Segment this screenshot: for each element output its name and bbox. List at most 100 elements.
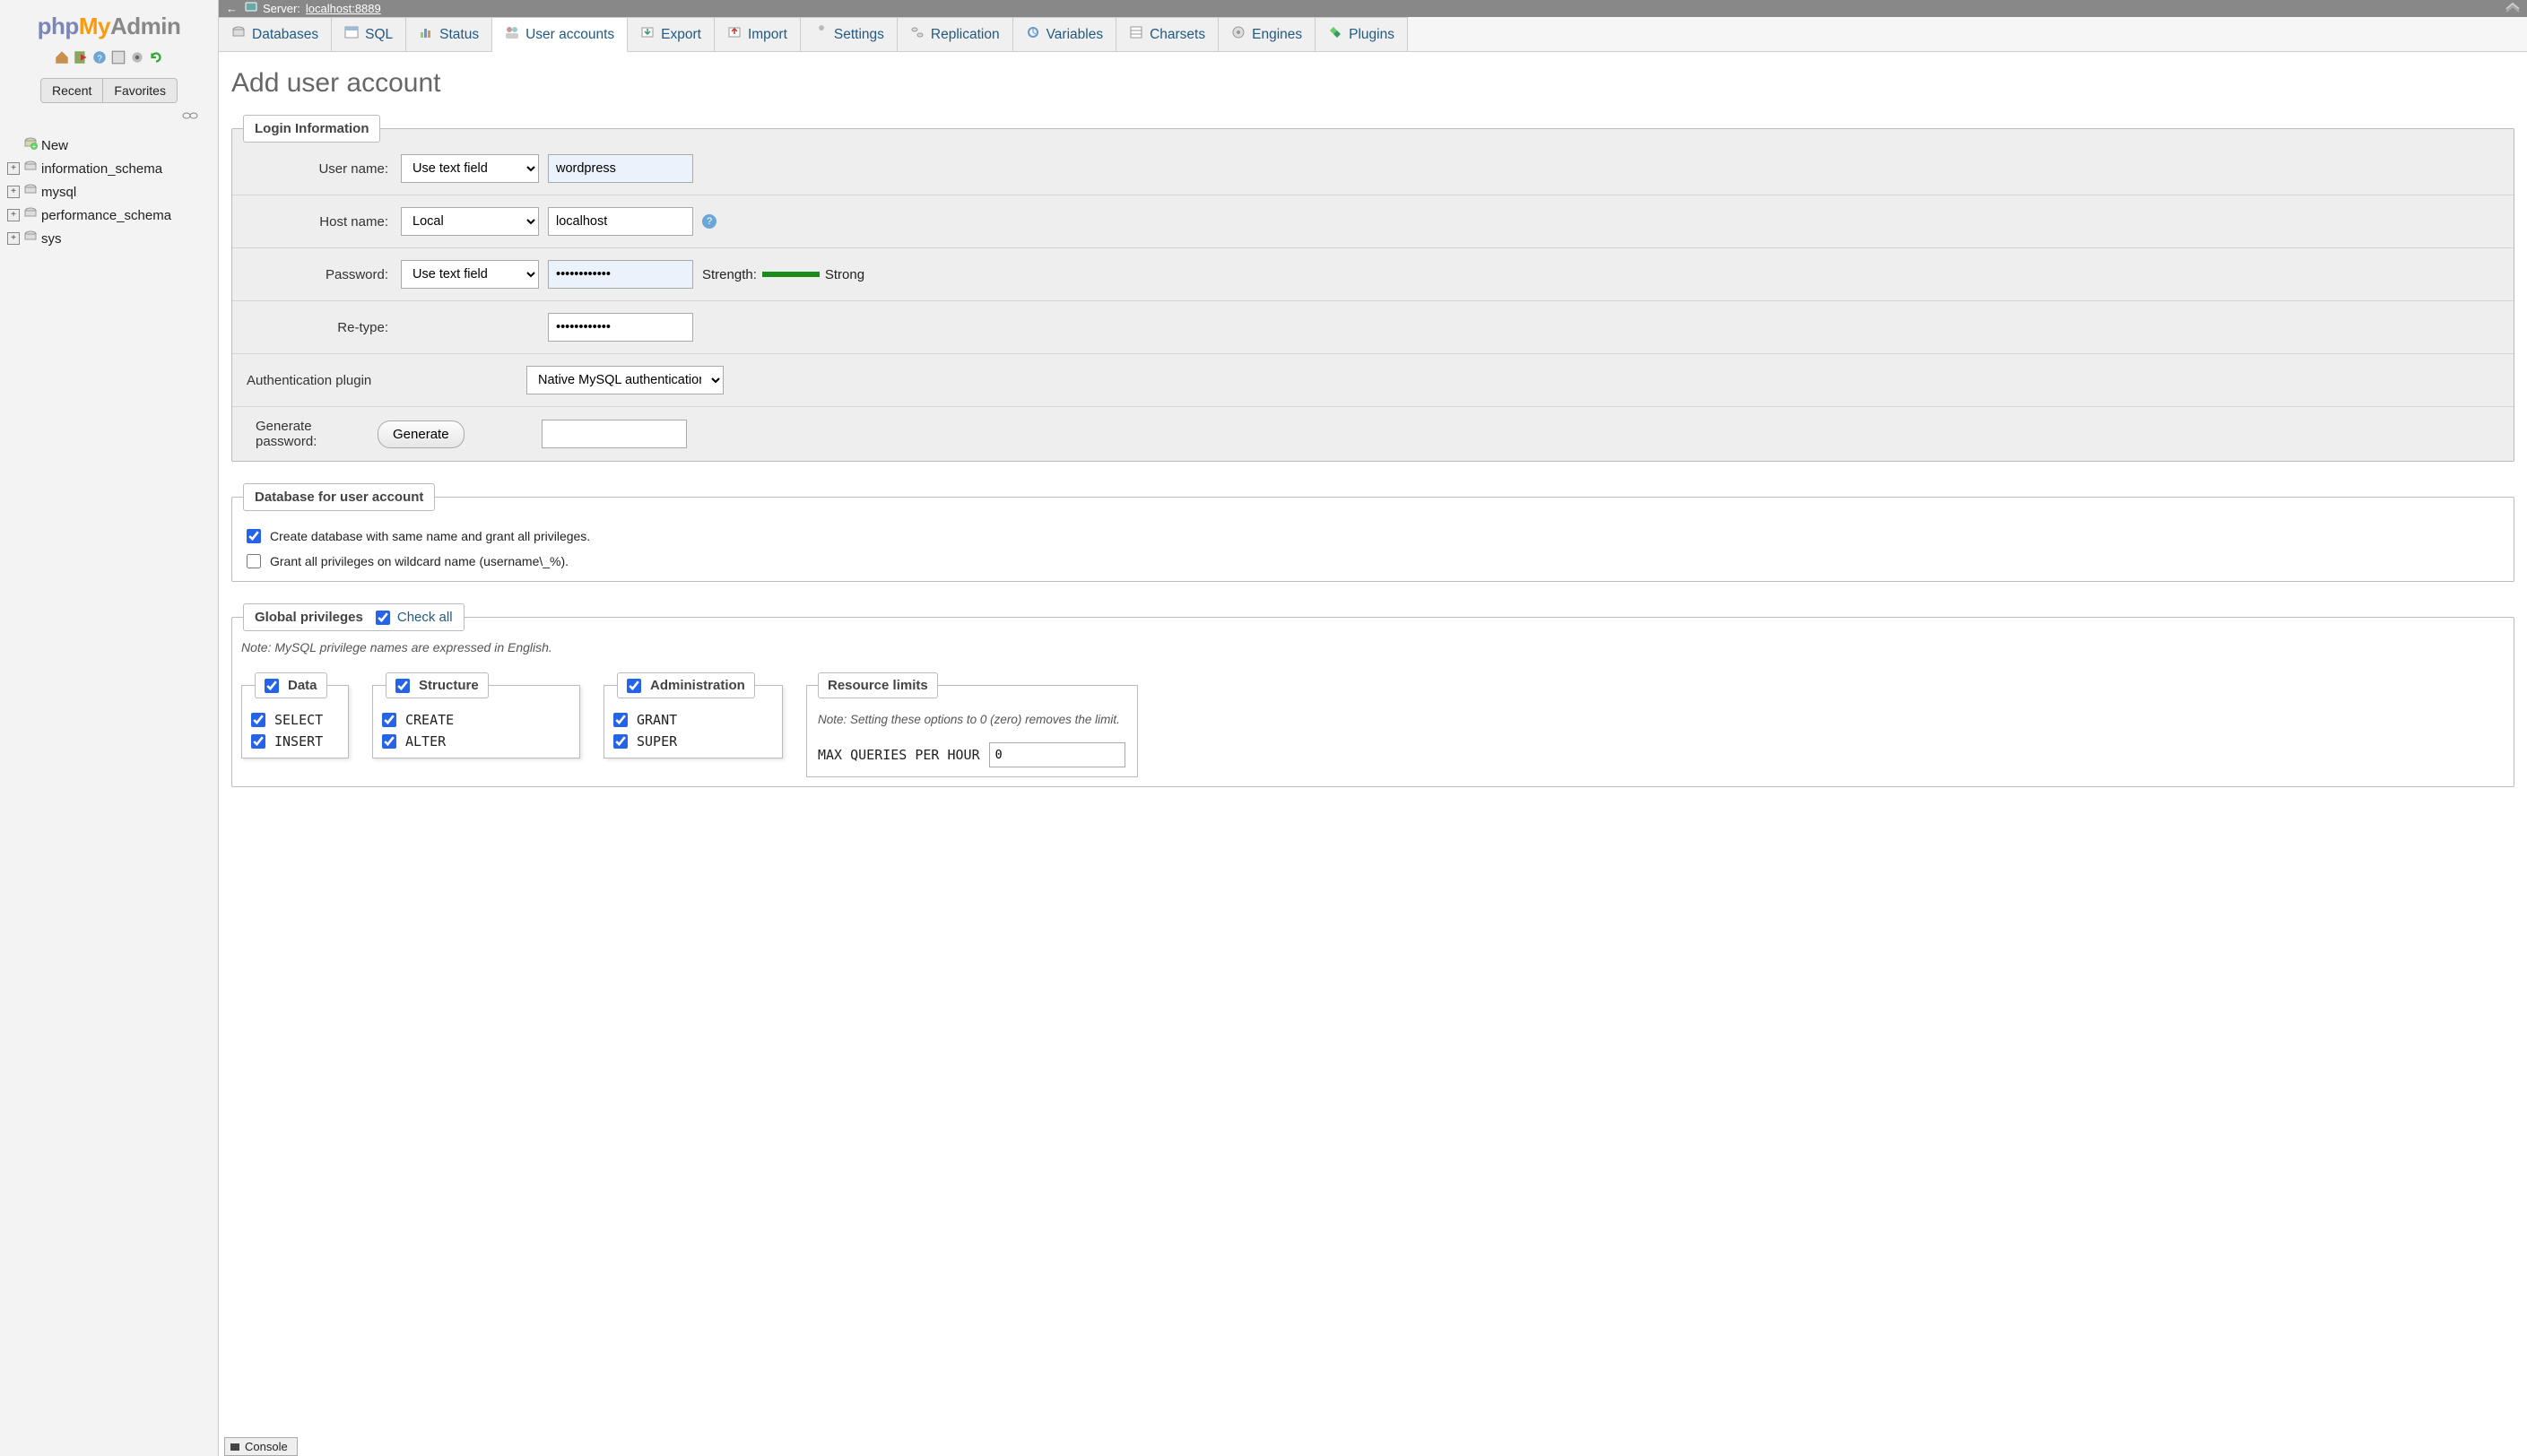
tree-performance-schema[interactable]: + performance_schema	[7, 204, 211, 227]
grant-wildcard-checkbox[interactable]	[247, 554, 261, 568]
check-all-label[interactable]: Check all	[376, 610, 453, 625]
recent-tab[interactable]: Recent	[40, 78, 103, 103]
server-breadcrumb[interactable]: Server: localhost:8889	[245, 1, 381, 16]
favorites-tab[interactable]: Favorites	[103, 78, 178, 103]
database-for-user-legend: Database for user account	[243, 483, 435, 511]
password-row: Password: Use text field Strength: Stron…	[232, 248, 2514, 301]
server-icon	[245, 1, 257, 16]
username-mode-select[interactable]: Use text field	[401, 154, 539, 183]
home-icon[interactable]	[54, 49, 70, 65]
export-tab-icon	[640, 25, 655, 44]
generated-password-input[interactable]	[542, 420, 687, 448]
expand-icon[interactable]: +	[7, 186, 20, 198]
expand-icon[interactable]	[2505, 2, 2520, 15]
tab-variables[interactable]: Variables	[1013, 17, 1116, 51]
create-same-db-row[interactable]: Create database with same name and grant…	[239, 524, 2506, 549]
priv-insert-checkbox[interactable]	[251, 734, 265, 749]
collapse-icon[interactable]	[4, 103, 214, 128]
help-icon[interactable]: ?	[702, 214, 716, 229]
reload-icon[interactable]	[148, 49, 164, 65]
priv-insert[interactable]: INSERT	[251, 731, 339, 752]
data-group-checkbox[interactable]	[265, 679, 279, 693]
priv-super-label: SUPER	[637, 733, 677, 750]
logout-icon[interactable]	[73, 49, 89, 65]
password-input[interactable]	[548, 260, 693, 289]
hostname-input[interactable]	[548, 207, 693, 236]
tree-item-label: mysql	[41, 185, 76, 200]
tree-item-label: information_schema	[41, 161, 162, 177]
server-name: localhost:8889	[306, 2, 381, 15]
tab-label: Export	[661, 27, 701, 43]
tab-replication[interactable]: Replication	[898, 17, 1013, 51]
retype-row: Re-type:	[232, 301, 2514, 354]
grant-wildcard-row[interactable]: Grant all privileges on wildcard name (u…	[239, 549, 2506, 574]
authplugin-select[interactable]: Native MySQL authentication	[526, 366, 724, 394]
docs-icon[interactable]: ?	[91, 49, 108, 65]
tree-item-label: performance_schema	[41, 208, 171, 223]
data-privileges-box: Data SELECT INSERT	[241, 672, 349, 758]
tree-mysql[interactable]: + mysql	[7, 180, 211, 204]
tree-new[interactable]: + New	[7, 134, 211, 157]
expand-icon[interactable]: +	[7, 209, 20, 221]
administration-privileges-legend[interactable]: Administration	[617, 672, 755, 698]
main: ← Server: localhost:8889 Databases SQL S…	[219, 0, 2527, 1456]
users-tab-icon	[505, 25, 519, 44]
check-all-text: Check all	[397, 610, 453, 625]
expand-icon[interactable]: +	[7, 162, 20, 175]
priv-select-checkbox[interactable]	[251, 713, 265, 727]
tab-user-accounts[interactable]: User accounts	[492, 17, 628, 52]
tab-status[interactable]: Status	[406, 17, 492, 51]
db-icon	[23, 183, 38, 201]
svg-text:+: +	[32, 143, 37, 151]
priv-grant-checkbox[interactable]	[613, 713, 628, 727]
create-same-db-label: Create database with same name and grant…	[270, 529, 590, 543]
priv-alter[interactable]: ALTER	[382, 731, 570, 752]
username-input[interactable]	[548, 154, 693, 183]
expand-icon[interactable]: +	[7, 232, 20, 245]
tab-databases[interactable]: Databases	[219, 17, 332, 51]
priv-grant[interactable]: GRANT	[613, 709, 773, 731]
data-privileges-legend[interactable]: Data	[255, 672, 327, 698]
create-same-db-checkbox[interactable]	[247, 529, 261, 543]
check-all-checkbox[interactable]	[376, 611, 390, 625]
admin-group-title: Administration	[650, 678, 745, 693]
max-queries-label: MAX QUERIES PER HOUR	[818, 747, 980, 763]
settings-icon[interactable]	[129, 49, 145, 65]
retype-input[interactable]	[548, 313, 693, 342]
tab-settings[interactable]: Settings	[801, 17, 898, 51]
tab-sql[interactable]: SQL	[332, 17, 406, 51]
privileges-note: Note: MySQL privilege names are expresse…	[232, 631, 2514, 654]
admin-group-checkbox[interactable]	[627, 679, 641, 693]
generate-button[interactable]: Generate	[378, 420, 465, 448]
tab-label: Plugins	[1349, 27, 1394, 43]
structure-privileges-legend[interactable]: Structure	[386, 672, 489, 698]
logo[interactable]: phpMyAdmin	[4, 7, 214, 44]
priv-create[interactable]: CREATE	[382, 709, 570, 731]
strength-label: Strength:	[702, 267, 757, 282]
priv-alter-label: ALTER	[405, 733, 446, 750]
priv-super[interactable]: SUPER	[613, 731, 773, 752]
priv-create-checkbox[interactable]	[382, 713, 396, 727]
priv-super-checkbox[interactable]	[613, 734, 628, 749]
db-icon	[23, 206, 38, 224]
max-queries-input[interactable]	[989, 742, 1125, 767]
back-icon[interactable]: ←	[226, 2, 238, 15]
tab-charsets[interactable]: Charsets	[1116, 17, 1219, 51]
priv-alter-checkbox[interactable]	[382, 734, 396, 749]
tab-import[interactable]: Import	[715, 17, 801, 51]
priv-select[interactable]: SELECT	[251, 709, 339, 731]
console-tab[interactable]: Console	[224, 1437, 298, 1456]
tree-sys[interactable]: + sys	[7, 227, 211, 250]
tab-label: Variables	[1046, 27, 1103, 43]
hostname-mode-select[interactable]: Local	[401, 207, 539, 236]
tab-plugins[interactable]: Plugins	[1316, 17, 1408, 51]
structure-group-checkbox[interactable]	[395, 679, 410, 693]
nav-tabs: Databases SQL Status User accounts Expor…	[219, 17, 2527, 52]
priv-grant-label: GRANT	[637, 712, 677, 728]
query-icon[interactable]	[110, 49, 126, 65]
tree-information-schema[interactable]: + information_schema	[7, 157, 211, 180]
password-mode-select[interactable]: Use text field	[401, 260, 539, 289]
tree-new-label: New	[41, 138, 68, 153]
tab-engines[interactable]: Engines	[1219, 17, 1316, 51]
tab-export[interactable]: Export	[628, 17, 715, 51]
